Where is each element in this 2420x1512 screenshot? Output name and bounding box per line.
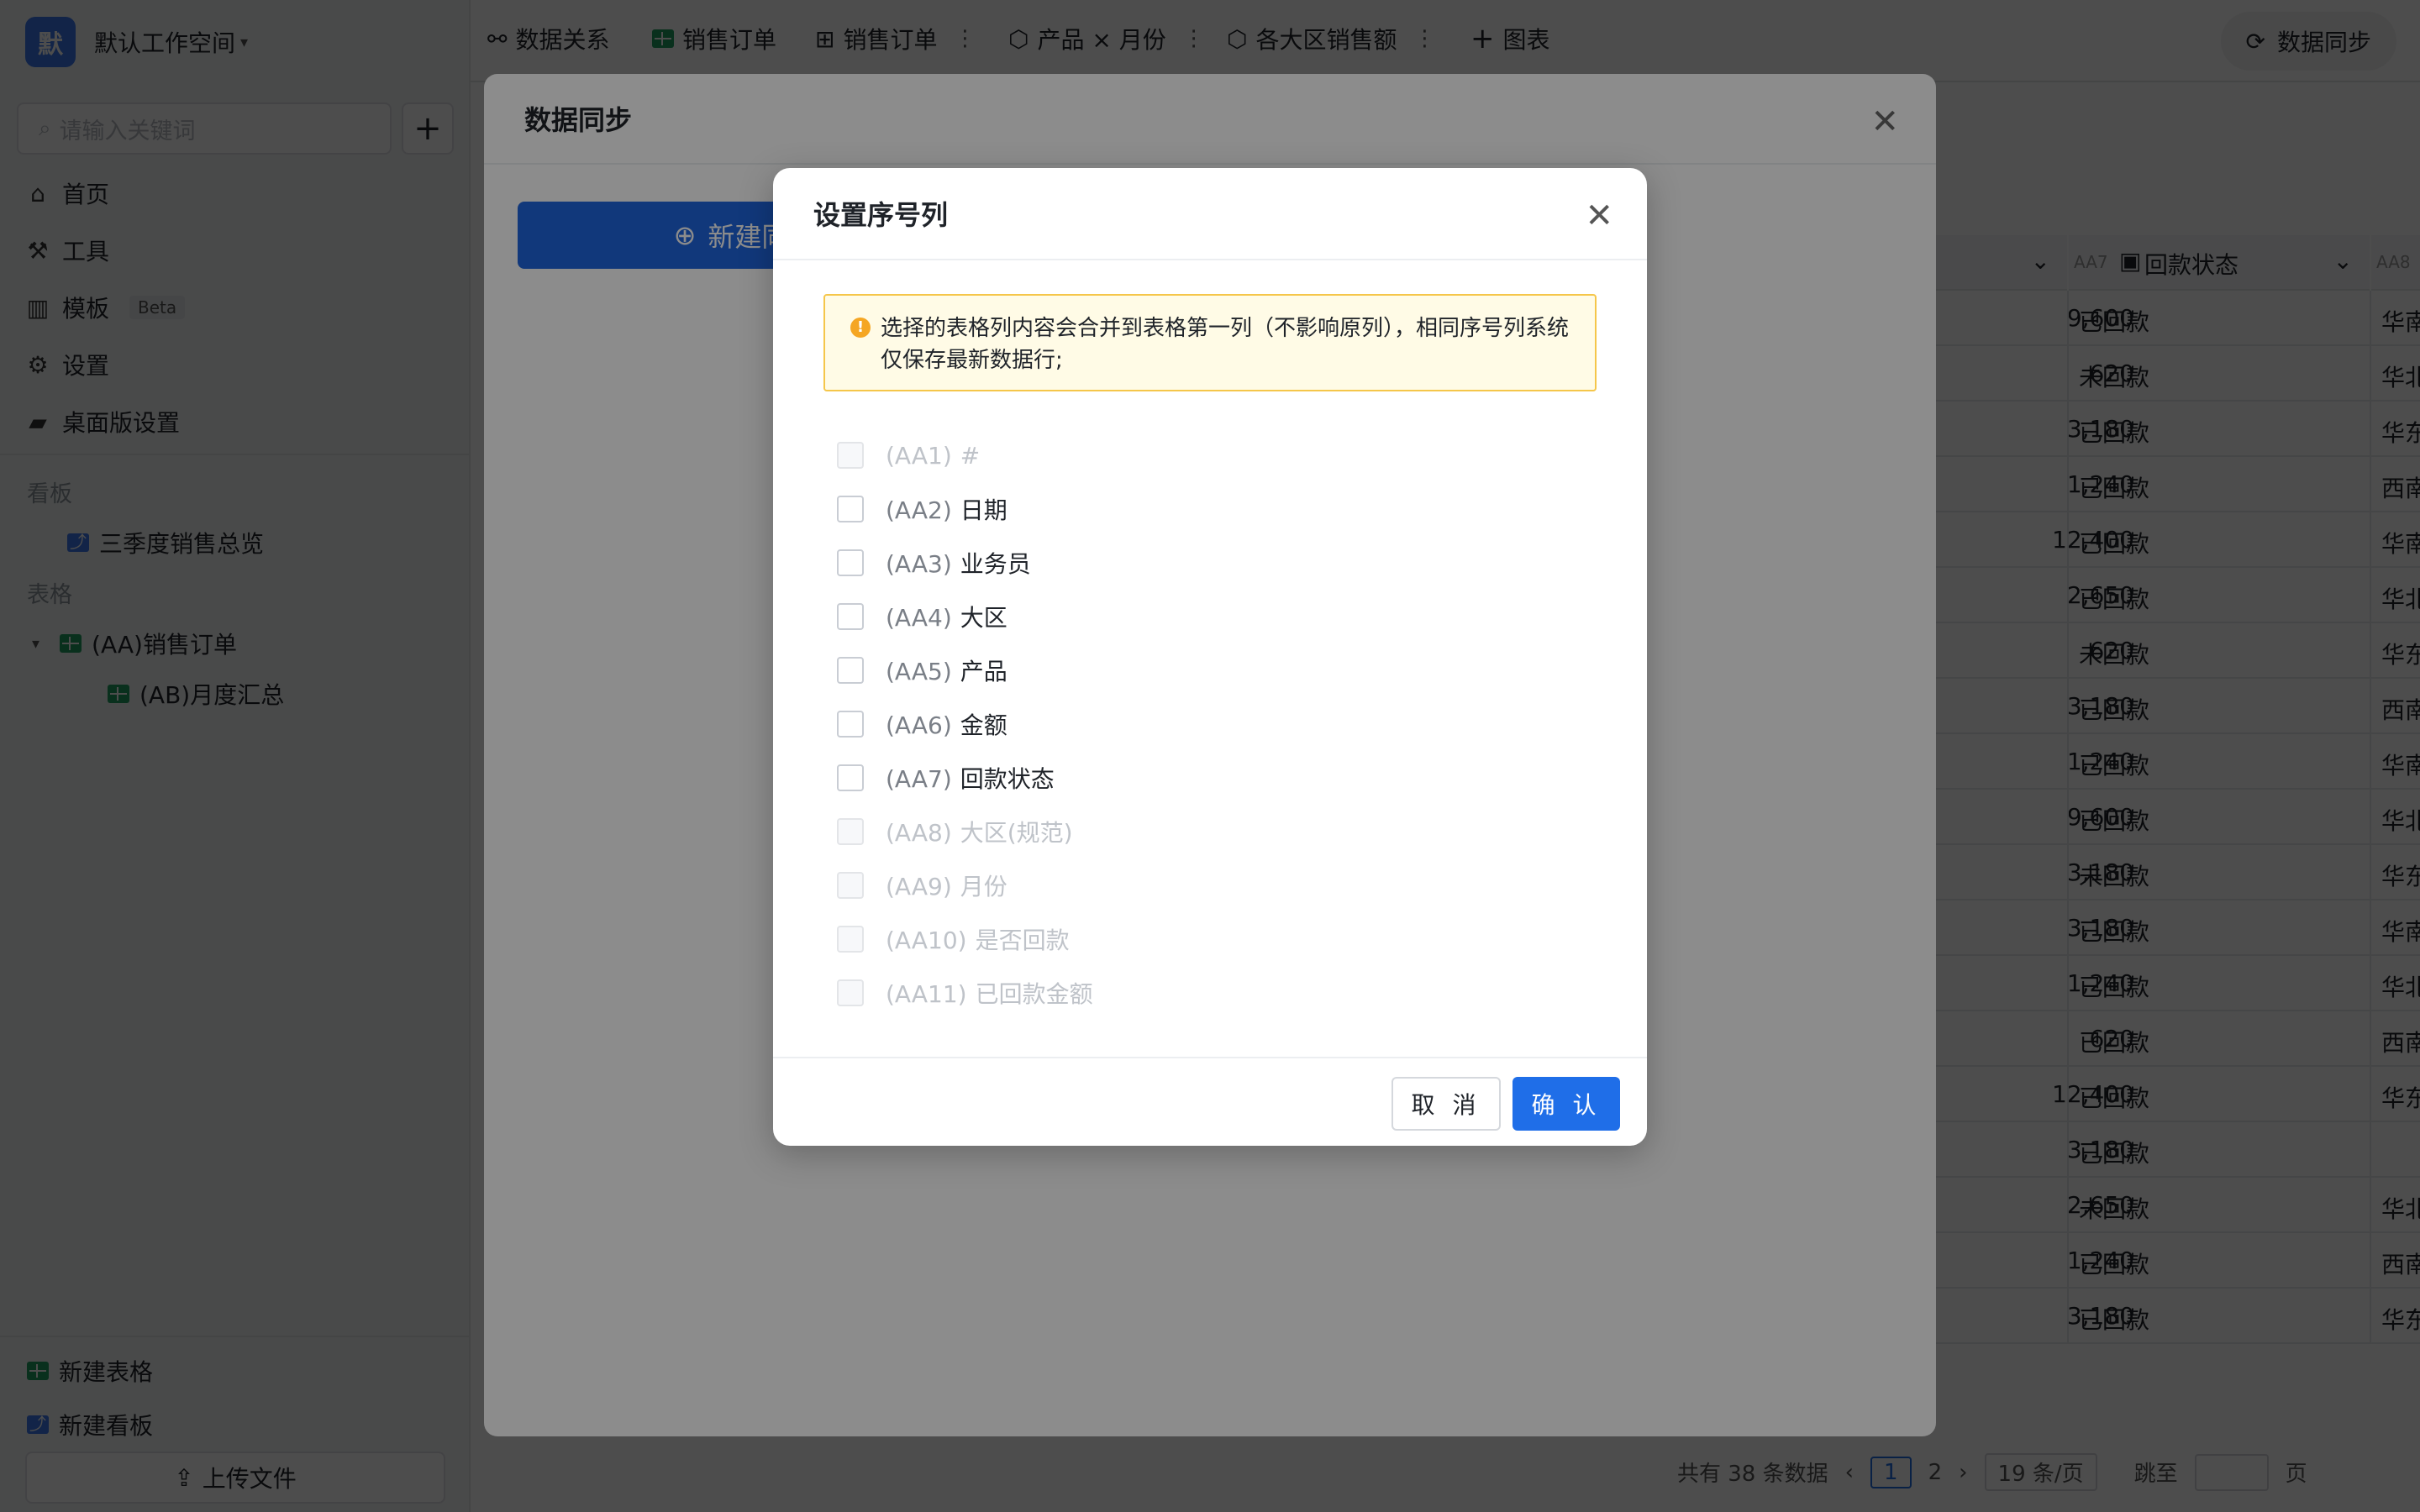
column-option: (AA1) # [837, 428, 1576, 482]
checkbox [837, 442, 864, 469]
column-code: (AA1) [886, 441, 952, 470]
checkbox[interactable] [837, 496, 864, 522]
checkbox [837, 926, 864, 953]
checkbox[interactable] [837, 603, 864, 630]
column-label: 业务员 [960, 550, 1031, 578]
dialog-title: 设置序号列 [813, 199, 949, 231]
cancel-button[interactable]: 取 消 [1392, 1077, 1501, 1131]
column-code: (AA9) [886, 873, 952, 900]
column-code: (AA4) [886, 604, 952, 632]
checkbox[interactable] [837, 711, 864, 738]
warning-alert: ! 选择的表格列内容会合并到表格第一列（不影响原列），相同序号列系统仅保存最新数… [823, 294, 1597, 391]
close-icon[interactable]: ✕ [1585, 197, 1613, 235]
column-label: 已回款金额 [975, 980, 1093, 1008]
warning-text: 选择的表格列内容会合并到表格第一列（不影响原列），相同序号列系统仅保存最新数据行… [881, 316, 1570, 373]
column-label: 金额 [960, 711, 1007, 739]
checkbox [837, 818, 864, 845]
column-label: 日期 [960, 496, 1007, 524]
checkbox[interactable] [837, 657, 864, 684]
column-code: (AA11) [886, 980, 967, 1008]
checkbox[interactable] [837, 549, 864, 576]
column-option: (AA8) 大区(规范) [837, 805, 1576, 858]
dialog-footer: 取 消 确 认 [773, 1057, 1647, 1146]
warning-icon: ! [850, 318, 871, 338]
column-option: (AA9) 月份 [837, 858, 1576, 912]
column-label: 大区(规范) [960, 819, 1073, 847]
set-serial-column-dialog: 设置序号列 ✕ ! 选择的表格列内容会合并到表格第一列（不影响原列），相同序号列… [773, 168, 1647, 1146]
column-label: 是否回款 [975, 927, 1070, 954]
column-code: (AA3) [886, 550, 952, 578]
column-code: (AA2) [886, 496, 952, 524]
column-label: 大区 [960, 604, 1007, 632]
column-code: (AA7) [886, 765, 952, 793]
column-option: (AA11) 已回款金额 [837, 966, 1576, 1020]
column-option-list: (AA1) # (AA2) 日期 (AA3) 业务员 (AA4) 大区 (AA5) 产品 (AA6)… [837, 428, 1576, 1020]
column-option[interactable]: (AA4) 大区 [837, 590, 1576, 643]
column-code: (AA6) [886, 711, 952, 739]
column-label: 月份 [960, 873, 1007, 900]
column-option[interactable]: (AA6) 金额 [837, 697, 1576, 751]
column-label: # [960, 441, 981, 470]
column-option[interactable]: (AA2) 日期 [837, 482, 1576, 536]
column-code: (AA10) [886, 927, 967, 954]
column-label: 回款状态 [960, 765, 1055, 793]
column-code: (AA8) [886, 819, 952, 847]
checkbox [837, 872, 864, 899]
checkbox[interactable] [837, 764, 864, 791]
column-option[interactable]: (AA3) 业务员 [837, 536, 1576, 590]
column-option[interactable]: (AA7) 回款状态 [837, 751, 1576, 805]
column-option[interactable]: (AA5) 产品 [837, 643, 1576, 697]
column-label: 产品 [960, 658, 1007, 685]
confirm-button[interactable]: 确 认 [1512, 1077, 1620, 1131]
column-code: (AA5) [886, 658, 952, 685]
column-option: (AA10) 是否回款 [837, 912, 1576, 966]
checkbox [837, 979, 864, 1006]
